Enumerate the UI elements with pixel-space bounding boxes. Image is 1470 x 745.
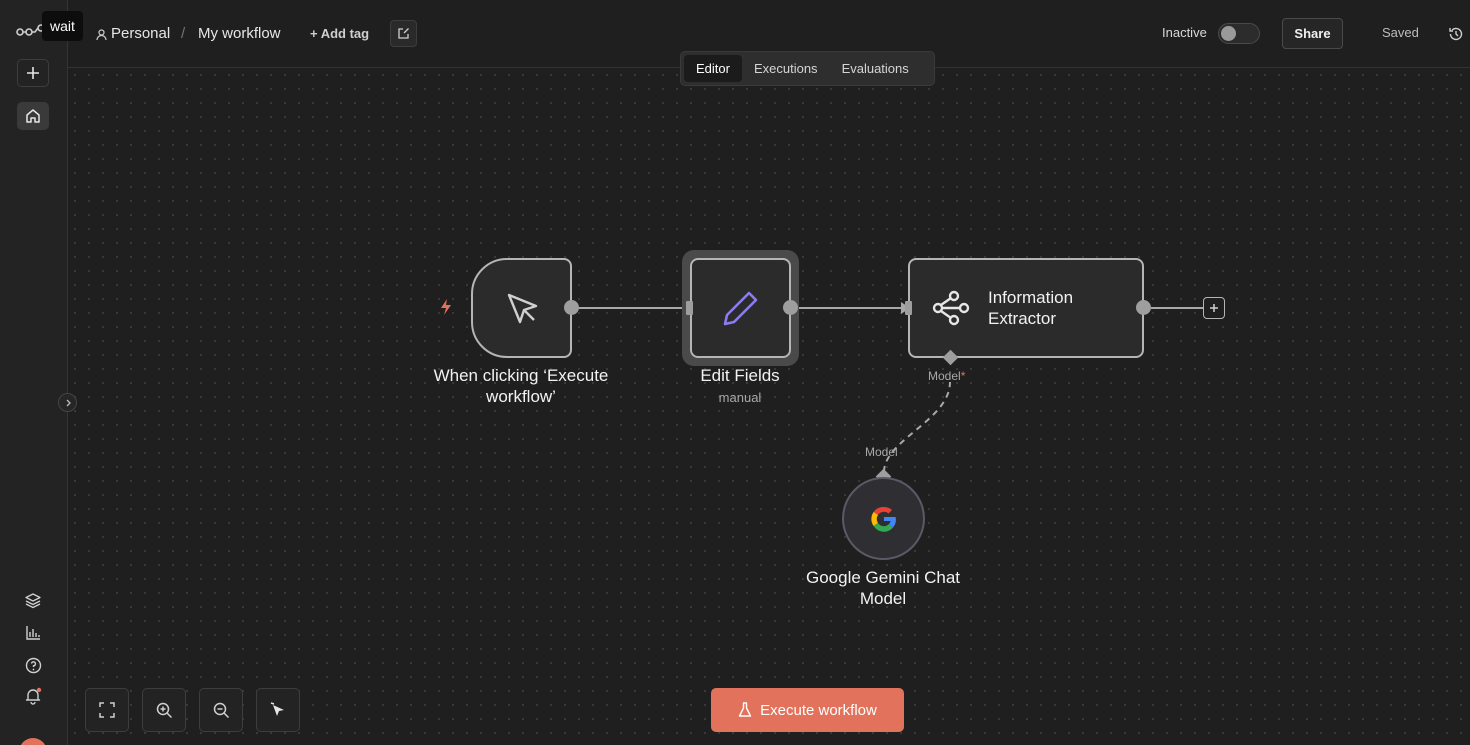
workflow-canvas[interactable] [68, 68, 1470, 745]
node-edit-subtitle: manual [718, 390, 762, 405]
add-tag-button[interactable]: + Add tag [310, 26, 369, 41]
breadcrumb-separator: / [181, 25, 186, 42]
zoom-out-icon [213, 702, 229, 718]
share-button[interactable]: Share [1282, 18, 1343, 49]
pencil-icon [723, 291, 757, 326]
plus-icon [1210, 304, 1218, 312]
zoom-in-icon [156, 702, 172, 718]
required-mark: * [960, 369, 966, 383]
history-icon[interactable] [1448, 26, 1464, 42]
saved-status: Saved [1382, 25, 1419, 40]
node-info-label: Information Extractor [988, 288, 1074, 328]
help-icon [25, 657, 41, 673]
zoom-out-button[interactable] [199, 688, 243, 732]
node-edit-label: Edit Fields [700, 366, 780, 385]
tidy-up-button[interactable] [256, 688, 300, 732]
edit-output-handle[interactable] [783, 300, 798, 315]
broom-icon [270, 702, 284, 716]
cursor-icon [507, 293, 537, 324]
tab-editor[interactable]: Editor [684, 55, 742, 82]
tooltip: wait [42, 11, 83, 41]
templates-icon [25, 593, 41, 609]
zoom-in-button[interactable] [142, 688, 186, 732]
node-trigger-label: When clicking ‘Execute workflow’ [433, 366, 609, 406]
model-port-text: Model [928, 369, 961, 383]
trigger-output-handle[interactable] [564, 300, 579, 315]
node-edit-fields[interactable] [690, 258, 791, 358]
lightning-icon [441, 299, 451, 315]
app-root: wait Personal / My workflow + Add tag In… [0, 0, 1470, 745]
node-google-gemini[interactable] [842, 477, 925, 560]
avatar[interactable] [19, 738, 47, 745]
flask-icon [738, 702, 752, 717]
activation-status-label: Inactive [1162, 25, 1207, 40]
add-next-node-button[interactable] [1203, 297, 1225, 319]
fit-view-button[interactable] [85, 688, 129, 732]
tab-executions[interactable]: Executions [742, 55, 830, 82]
plus-icon [27, 67, 39, 79]
workflow-name[interactable]: My workflow [198, 24, 281, 44]
chevron-right-icon [66, 399, 71, 406]
templates-button[interactable] [22, 590, 44, 612]
info-output-handle[interactable] [1136, 300, 1151, 315]
execute-workflow-label: Execute workflow [760, 701, 877, 719]
insights-button[interactable] [22, 622, 44, 644]
node-gemini-label: Google Gemini Chat Model [805, 568, 961, 608]
home-button[interactable] [17, 102, 49, 130]
notifications-button[interactable] [22, 685, 44, 707]
add-button[interactable] [17, 59, 49, 87]
sidebar [0, 0, 68, 745]
note-edit-icon [398, 28, 409, 39]
extractor-icon [932, 290, 970, 326]
bell-icon [25, 687, 42, 705]
insights-icon [26, 626, 40, 640]
toggle-knob [1221, 26, 1236, 41]
node-information-extractor[interactable]: Information Extractor [908, 258, 1144, 358]
breadcrumb-project[interactable]: Personal [111, 24, 170, 44]
edit-input-handle[interactable] [686, 301, 693, 315]
fullscreen-icon [99, 702, 115, 718]
google-icon [870, 506, 896, 532]
model-output-port-label: Model [865, 445, 898, 459]
tab-evaluations[interactable]: Evaluations [830, 55, 921, 82]
help-button[interactable] [22, 654, 44, 676]
home-icon [26, 109, 40, 123]
execute-workflow-button[interactable]: Execute workflow [711, 688, 904, 732]
activation-toggle[interactable] [1218, 23, 1260, 44]
view-tabs: Editor Executions Evaluations [680, 51, 935, 86]
user-icon [96, 29, 107, 41]
node-manual-trigger[interactable] [471, 258, 572, 358]
expand-sidebar-button[interactable] [58, 393, 77, 412]
edit-description-button[interactable] [390, 20, 417, 47]
model-required-port-label: Model* [928, 369, 965, 383]
info-input-handle[interactable] [905, 301, 912, 315]
